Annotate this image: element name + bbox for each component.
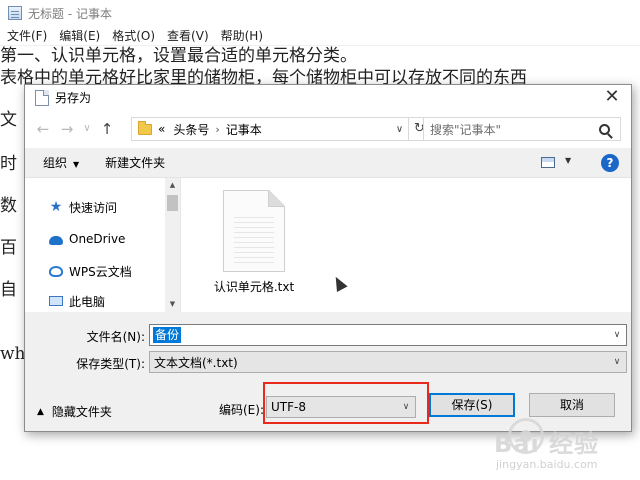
menu-help[interactable]: 帮助(H)	[218, 27, 266, 44]
baidu-jingyan-watermark: Bai 经验 jingyan.baidu.com	[474, 412, 640, 476]
up-folder-arrow-icon[interactable]: ↑	[97, 119, 117, 139]
organize-label: 组织	[43, 156, 68, 170]
mouse-cursor-icon	[330, 274, 348, 292]
filename-label: 文件名(N):	[86, 330, 145, 344]
save-as-dialog: 另存为 ✕ ← → ∨ ↑ « 头条号 › 记事本 ∨ ↻ 搜索"记事本" 组织…	[24, 84, 632, 432]
text-fragment: 自	[0, 280, 17, 300]
caret-down-icon: ▼	[73, 160, 80, 169]
recent-locations-chevron-icon[interactable]: ∨	[81, 119, 93, 139]
address-dropdown-icon[interactable]: ∨	[390, 123, 408, 135]
document-icon	[35, 89, 49, 106]
new-folder-button[interactable]: 新建文件夹	[105, 154, 165, 171]
computer-icon	[49, 296, 63, 306]
text-line-heading: 第一、认识单元格，设置最合适的单元格分类。	[0, 46, 357, 66]
nav-item-quick-access[interactable]: ★ 快速访问	[49, 198, 117, 216]
folder-icon	[138, 120, 152, 135]
text-file-icon	[223, 190, 285, 272]
nav-item-onedrive[interactable]: OneDrive	[49, 230, 125, 248]
nav-item-label: OneDrive	[69, 232, 126, 246]
change-view-icon[interactable]	[541, 157, 555, 168]
filename-field[interactable]: 备份 ∨	[149, 324, 627, 346]
organize-menu-button[interactable]: 组织 ▼	[43, 154, 79, 171]
nav-item-label: 此电脑	[69, 294, 106, 309]
back-arrow-icon[interactable]: ←	[33, 119, 53, 139]
breadcrumb-item[interactable]: 头条号	[173, 121, 209, 138]
close-button[interactable]: ✕	[601, 87, 623, 107]
encoding-label: 编码(E):	[219, 403, 264, 417]
dialog-body: ★ 快速访问 OneDrive WPS云文档 此电脑 ▲ ▼ 认识单元格.txt	[25, 178, 631, 312]
hide-folders-label: 隐藏文件夹	[51, 405, 112, 419]
wps-cloud-icon	[49, 265, 63, 277]
watermark-url: jingyan.baidu.com	[496, 458, 598, 471]
nav-item-this-pc[interactable]: 此电脑	[49, 292, 105, 310]
scroll-down-icon[interactable]: ▼	[165, 297, 180, 312]
menu-edit[interactable]: 编辑(E)	[56, 27, 103, 44]
search-icon[interactable]	[599, 123, 610, 135]
cloud-icon	[49, 236, 63, 245]
notepad-menubar: 文件(F) 编辑(E) 格式(O) 查看(V) 帮助(H)	[0, 26, 640, 46]
navigation-pane: ★ 快速访问 OneDrive WPS云文档 此电脑 ▲ ▼	[25, 178, 181, 312]
nav-item-wps-cloud[interactable]: WPS云文档	[49, 262, 132, 280]
text-fragment: 数	[0, 196, 17, 216]
text-fragment: 文	[0, 110, 17, 130]
filetype-select[interactable]: 文本文档(*.txt) ∨	[149, 351, 627, 373]
scrollbar-thumb[interactable]	[167, 195, 178, 211]
text-fragment: 时	[0, 154, 17, 174]
star-icon: ★	[49, 199, 63, 215]
dialog-title: 另存为	[55, 91, 92, 105]
filename-input-value[interactable]: 备份	[153, 327, 182, 343]
search-box[interactable]: 搜索"记事本"	[423, 117, 621, 141]
navigation-bar: ← → ∨ ↑ « 头条号 › 记事本 ∨ ↻ 搜索"记事本"	[25, 110, 631, 148]
file-name: 认识单元格.txt	[213, 280, 295, 294]
file-item[interactable]: 认识单元格.txt	[209, 190, 299, 295]
notepad-icon	[8, 6, 22, 20]
breadcrumb-item[interactable]: 记事本	[226, 121, 262, 138]
view-options-caret-icon[interactable]: ▼	[565, 156, 571, 165]
encoding-highlight-annotation	[263, 382, 429, 424]
help-icon[interactable]: ?	[601, 154, 619, 172]
watermark-text: Bai 经验	[494, 430, 600, 458]
nav-item-label: 快速访问	[69, 200, 118, 215]
address-bar[interactable]: « 头条号 › 记事本 ∨	[131, 117, 409, 141]
nav-pane-scrollbar[interactable]: ▲ ▼	[165, 178, 180, 312]
filetype-label: 保存类型(T):	[76, 357, 145, 371]
dialog-toolbar: 组织 ▼ 新建文件夹 ▼ ?	[25, 148, 631, 178]
forward-arrow-icon[interactable]: →	[57, 119, 77, 139]
filetype-dropdown-icon[interactable]: ∨	[608, 357, 626, 367]
menu-format[interactable]: 格式(O)	[109, 27, 158, 44]
chevron-up-icon: ▲	[37, 406, 44, 417]
notepad-title: 无标题 - 记事本	[28, 6, 112, 21]
breadcrumb-overflow-icon[interactable]: «	[158, 122, 165, 136]
menu-view[interactable]: 查看(V)	[164, 27, 212, 44]
scroll-up-icon[interactable]: ▲	[165, 178, 180, 193]
text-fragment: 百	[0, 238, 17, 258]
filetype-value: 文本文档(*.txt)	[154, 355, 238, 370]
menu-file[interactable]: 文件(F)	[4, 27, 50, 44]
dialog-titlebar[interactable]: 另存为 ✕	[25, 85, 631, 110]
filename-dropdown-icon[interactable]: ∨	[608, 330, 626, 340]
notepad-titlebar: 无标题 - 记事本	[0, 0, 640, 26]
breadcrumb-separator-icon[interactable]: ›	[215, 123, 219, 136]
hide-folders-toggle[interactable]: ▲ 隐藏文件夹	[37, 403, 112, 420]
search-input[interactable]: 搜索"记事本"	[430, 121, 599, 138]
nav-item-label: WPS云文档	[69, 264, 132, 279]
